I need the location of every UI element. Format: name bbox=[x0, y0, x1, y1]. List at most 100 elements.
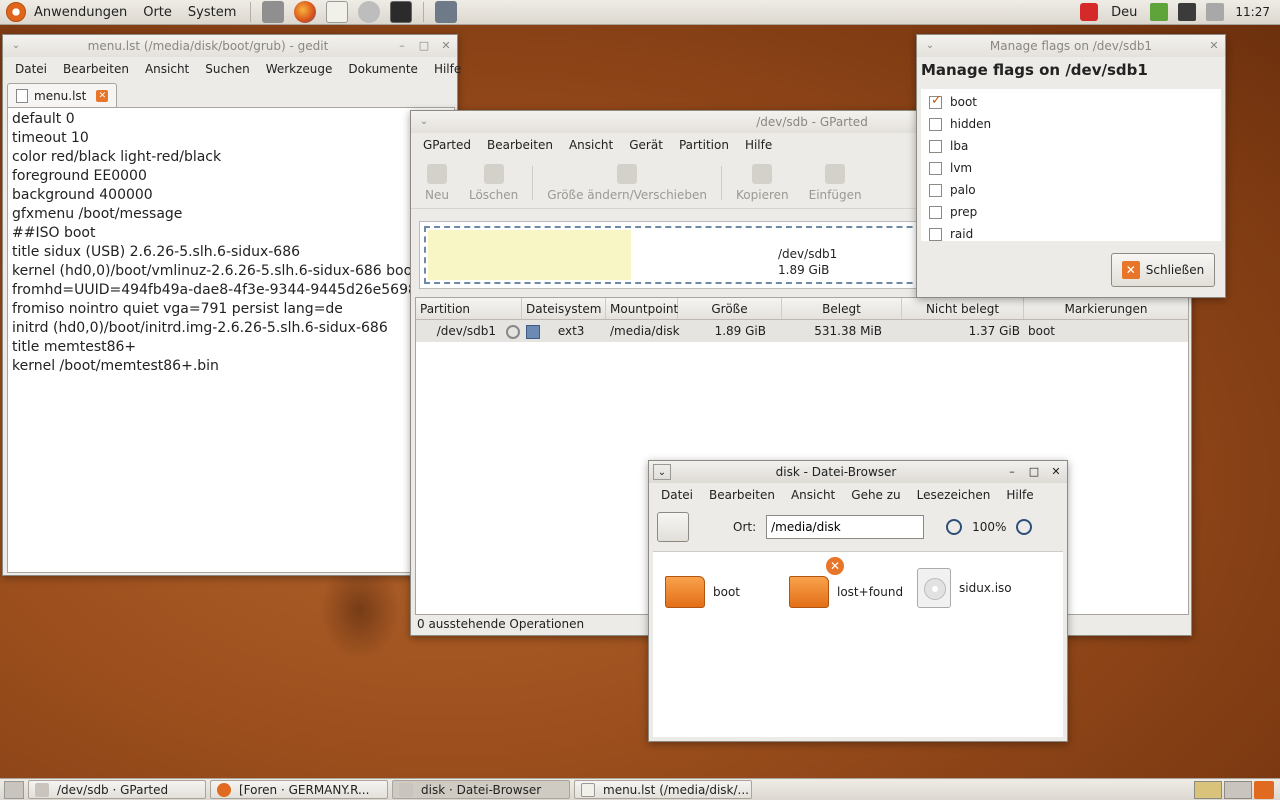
checkbox[interactable] bbox=[929, 161, 942, 175]
checkbox[interactable] bbox=[929, 117, 942, 131]
ubuntu-logo-icon[interactable] bbox=[6, 2, 26, 22]
flag-palo[interactable]: palo bbox=[921, 179, 1221, 201]
maximize-icon[interactable]: □ bbox=[415, 38, 433, 54]
menu-file[interactable]: Datei bbox=[7, 62, 55, 76]
menu-view[interactable]: Ansicht bbox=[783, 488, 843, 502]
paste-button[interactable]: Einfügen bbox=[799, 163, 872, 202]
menu-documents[interactable]: Dokumente bbox=[340, 62, 426, 76]
status-bar: 0 ausstehende Operationen bbox=[417, 617, 585, 631]
window-menu-icon[interactable]: ⌄ bbox=[921, 38, 939, 54]
flags-list: boot hidden lba lvm palo prep raid bbox=[921, 89, 1221, 241]
task-file-browser[interactable]: disk · Datei-Browser bbox=[392, 780, 570, 799]
close-tab-icon[interactable]: ✕ bbox=[96, 89, 109, 102]
close-button[interactable]: ✕ Schließen bbox=[1111, 253, 1215, 287]
menu-edit[interactable]: Bearbeiten bbox=[701, 488, 783, 502]
column-mountpoint[interactable]: Mountpoint bbox=[606, 298, 678, 319]
flag-boot[interactable]: boot bbox=[921, 91, 1221, 113]
checkbox[interactable] bbox=[929, 227, 942, 241]
menu-view[interactable]: Ansicht bbox=[137, 62, 197, 76]
close-icon[interactable]: ✕ bbox=[1205, 38, 1223, 54]
volume-icon[interactable] bbox=[1206, 3, 1225, 21]
zoom-out-icon[interactable] bbox=[946, 519, 963, 535]
menu-help[interactable]: Hilfe bbox=[737, 138, 780, 152]
task-gedit[interactable]: menu.lst (/media/disk/... bbox=[574, 780, 752, 799]
flag-hidden[interactable]: hidden bbox=[921, 113, 1221, 135]
menu-search[interactable]: Suchen bbox=[197, 62, 257, 76]
flag-prep[interactable]: prep bbox=[921, 201, 1221, 223]
disk-utility-icon[interactable] bbox=[358, 1, 381, 23]
menu-bookmarks[interactable]: Lesezeichen bbox=[909, 488, 999, 502]
table-row[interactable]: /dev/sdb1 ext3 /media/disk 1.89 GiB 531.… bbox=[416, 320, 1188, 342]
network-tool-icon[interactable] bbox=[435, 1, 458, 23]
flag-label: palo bbox=[950, 183, 976, 197]
file-item-sidux-iso[interactable]: sidux.iso bbox=[917, 568, 1012, 608]
zoom-in-icon[interactable] bbox=[1016, 519, 1033, 535]
column-unused[interactable]: Nicht belegt bbox=[902, 298, 1024, 319]
workspace-1[interactable] bbox=[1194, 780, 1222, 799]
network-icon[interactable] bbox=[1178, 3, 1197, 21]
keyboard-layout[interactable]: Deu bbox=[1103, 0, 1145, 25]
firefox-icon[interactable] bbox=[294, 1, 317, 23]
new-button[interactable]: Neu bbox=[415, 163, 459, 202]
menu-places[interactable]: Orte bbox=[135, 0, 180, 25]
trash-icon[interactable] bbox=[1254, 780, 1274, 799]
key-icon bbox=[506, 324, 520, 339]
menu-device[interactable]: Gerät bbox=[621, 138, 671, 152]
gedit-titlebar[interactable]: ⌄ menu.lst (/media/disk/boot/grub) - ged… bbox=[3, 35, 457, 57]
checkbox[interactable] bbox=[929, 205, 942, 219]
menu-edit[interactable]: Bearbeiten bbox=[55, 62, 137, 76]
flag-lba[interactable]: lba bbox=[921, 135, 1221, 157]
show-desktop-icon[interactable] bbox=[4, 780, 24, 799]
workspace-2[interactable] bbox=[1224, 780, 1252, 799]
delete-button[interactable]: Löschen bbox=[459, 163, 528, 202]
flag-raid[interactable]: raid bbox=[921, 223, 1221, 245]
menu-help[interactable]: Hilfe bbox=[426, 62, 469, 76]
tab-menu-lst[interactable]: menu.lst ✕ bbox=[7, 83, 118, 107]
location-input[interactable] bbox=[766, 515, 925, 539]
window-menu-icon[interactable]: ⌄ bbox=[415, 114, 433, 130]
clock[interactable]: 11:27 bbox=[1229, 5, 1280, 19]
menu-gparted[interactable]: GParted bbox=[415, 138, 479, 152]
flag-lvm[interactable]: lvm bbox=[921, 157, 1221, 179]
menu-partition[interactable]: Partition bbox=[671, 138, 737, 152]
menu-view[interactable]: Ansicht bbox=[561, 138, 621, 152]
file-browser-titlebar[interactable]: ⌄ disk - Datei-Browser – □ ✕ bbox=[649, 461, 1067, 483]
column-size[interactable]: Größe bbox=[678, 298, 782, 319]
menu-file[interactable]: Datei bbox=[653, 488, 701, 502]
menu-help[interactable]: Hilfe bbox=[998, 488, 1041, 502]
lock-badge-icon: ✕ bbox=[824, 555, 846, 577]
menu-tools[interactable]: Werkzeuge bbox=[258, 62, 341, 76]
close-icon[interactable]: ✕ bbox=[1047, 464, 1065, 480]
window-menu-icon[interactable]: ⌄ bbox=[653, 464, 671, 480]
menu-applications[interactable]: Anwendungen bbox=[26, 0, 135, 25]
menu-go[interactable]: Gehe zu bbox=[843, 488, 908, 502]
resize-move-button[interactable]: Größe ändern/Verschieben bbox=[537, 163, 717, 202]
minimize-icon[interactable]: – bbox=[393, 38, 411, 54]
terminal-icon[interactable] bbox=[390, 1, 413, 23]
text-editor-area[interactable]: default 0 timeout 10 color red/black lig… bbox=[7, 107, 455, 573]
menu-edit[interactable]: Bearbeiten bbox=[479, 138, 561, 152]
settings-icon[interactable] bbox=[262, 1, 285, 23]
text-editor-icon[interactable] bbox=[326, 1, 349, 23]
column-partition[interactable]: Partition bbox=[416, 298, 522, 319]
checkbox[interactable] bbox=[929, 183, 942, 197]
menu-system[interactable]: System bbox=[180, 0, 244, 25]
window-menu-icon[interactable]: ⌄ bbox=[7, 38, 25, 54]
column-flags[interactable]: Markierungen bbox=[1024, 298, 1188, 319]
maximize-icon[interactable]: □ bbox=[1025, 464, 1043, 480]
copy-button[interactable]: Kopieren bbox=[726, 163, 799, 202]
edit-location-button[interactable] bbox=[657, 512, 689, 542]
file-item-boot[interactable]: boot bbox=[665, 576, 740, 608]
minimize-icon[interactable]: – bbox=[1003, 464, 1021, 480]
column-filesystem[interactable]: Dateisystem bbox=[522, 298, 606, 319]
checkbox[interactable] bbox=[929, 93, 942, 109]
column-used[interactable]: Belegt bbox=[782, 298, 902, 319]
checkbox[interactable] bbox=[929, 139, 942, 153]
flags-titlebar[interactable]: ⌄ Manage flags on /dev/sdb1 ✕ bbox=[917, 35, 1225, 57]
close-icon[interactable]: ✕ bbox=[437, 38, 455, 54]
task-gparted[interactable]: /dev/sdb · GParted bbox=[28, 780, 206, 799]
battery-icon[interactable] bbox=[1150, 3, 1169, 21]
power-icon[interactable] bbox=[1080, 3, 1099, 21]
file-item-lost-found[interactable]: ✕ lost+found bbox=[789, 555, 903, 608]
task-firefox[interactable]: [Foren · GERMANY.R... bbox=[210, 780, 388, 799]
